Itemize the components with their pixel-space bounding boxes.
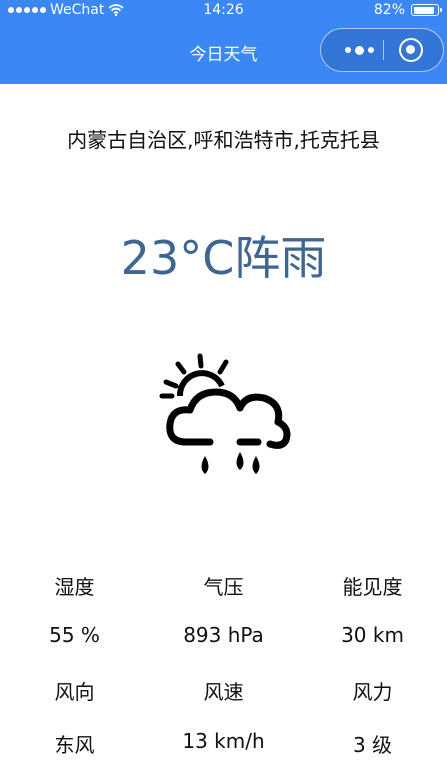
visibility-value: 30 km bbox=[341, 623, 404, 647]
wind-speed-value: 13 km/h bbox=[182, 729, 265, 753]
more-dot-icon bbox=[344, 47, 351, 53]
close-miniprogram-button[interactable] bbox=[399, 38, 423, 62]
capsule-divider bbox=[383, 40, 384, 60]
battery-percent: 82% bbox=[373, 2, 405, 18]
battery-icon bbox=[411, 4, 442, 16]
top-bar: WeChat 14:26 82% 今日天气 bbox=[0, 0, 447, 84]
more-dot-icon bbox=[367, 47, 374, 53]
wind-force-label: 风力 bbox=[352, 680, 393, 704]
wind-force-value: 3 级 bbox=[352, 733, 393, 757]
miniprogram-capsule bbox=[320, 28, 444, 72]
status-bar: WeChat 14:26 82% bbox=[0, 0, 447, 22]
more-dot-icon bbox=[354, 45, 364, 55]
visibility-label: 能见度 bbox=[342, 575, 403, 599]
humidity-value: 55 % bbox=[49, 623, 100, 647]
pressure-value: 893 hPa bbox=[183, 623, 264, 647]
humidity-label: 湿度 bbox=[54, 575, 95, 599]
more-options-button[interactable] bbox=[335, 29, 383, 71]
wind-speed-label: 风速 bbox=[203, 680, 244, 704]
cloud-sun-rain-icon bbox=[159, 353, 291, 474]
wind-direction-label: 风向 bbox=[54, 680, 95, 704]
pressure-label: 气压 bbox=[203, 575, 244, 599]
location-text: 内蒙古自治区,呼和浩特市,托克托县 bbox=[67, 128, 380, 152]
battery-status: 82% bbox=[373, 2, 442, 18]
temperature-condition: 23°C阵雨 bbox=[120, 231, 327, 285]
wind-direction-value: 东风 bbox=[54, 733, 95, 757]
